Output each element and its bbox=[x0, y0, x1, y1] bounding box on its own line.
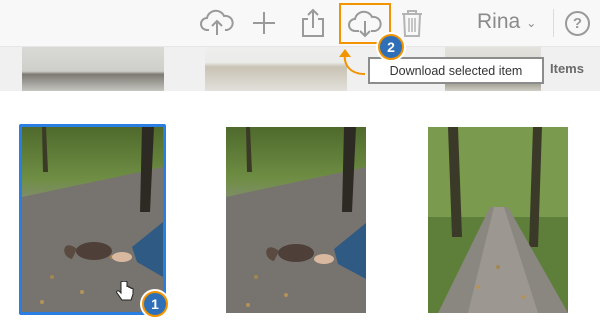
squirrel-photo-1[interactable] bbox=[19, 124, 166, 315]
toolbar-divider bbox=[553, 9, 554, 37]
share-button[interactable] bbox=[295, 6, 331, 40]
download-tooltip: Download selected item bbox=[368, 57, 544, 84]
chevron-down-icon: ⌄ bbox=[526, 16, 537, 30]
items-label: Items bbox=[550, 61, 584, 76]
cloud-download-icon bbox=[348, 10, 382, 37]
delete-button[interactable] bbox=[394, 6, 430, 40]
photos-app: Rina ⌄ ? Items Download selected item 2 bbox=[0, 0, 600, 330]
squirrel-image bbox=[226, 127, 366, 313]
hand-cursor-icon bbox=[116, 281, 134, 301]
plus-icon bbox=[253, 12, 275, 34]
forest-path-image bbox=[428, 127, 568, 313]
squirrel-image bbox=[22, 127, 163, 312]
trash-icon bbox=[402, 10, 422, 37]
toolbar: Rina ⌄ ? bbox=[0, 0, 600, 47]
user-name: Rina bbox=[477, 10, 521, 33]
step-badge-1: 1 bbox=[142, 291, 168, 317]
help-button[interactable]: ? bbox=[565, 11, 590, 36]
user-menu[interactable]: Rina ⌄ bbox=[477, 10, 536, 34]
forest-path-photo[interactable] bbox=[428, 127, 568, 313]
share-icon bbox=[302, 8, 324, 37]
thumbnail-partial[interactable] bbox=[22, 47, 164, 91]
add-button[interactable] bbox=[246, 6, 282, 40]
upload-button[interactable] bbox=[199, 6, 235, 40]
cloud-upload-icon bbox=[200, 9, 234, 35]
squirrel-photo-2[interactable] bbox=[226, 127, 366, 313]
thumbnail-partial[interactable] bbox=[205, 47, 347, 91]
step-badge-2: 2 bbox=[378, 34, 404, 60]
